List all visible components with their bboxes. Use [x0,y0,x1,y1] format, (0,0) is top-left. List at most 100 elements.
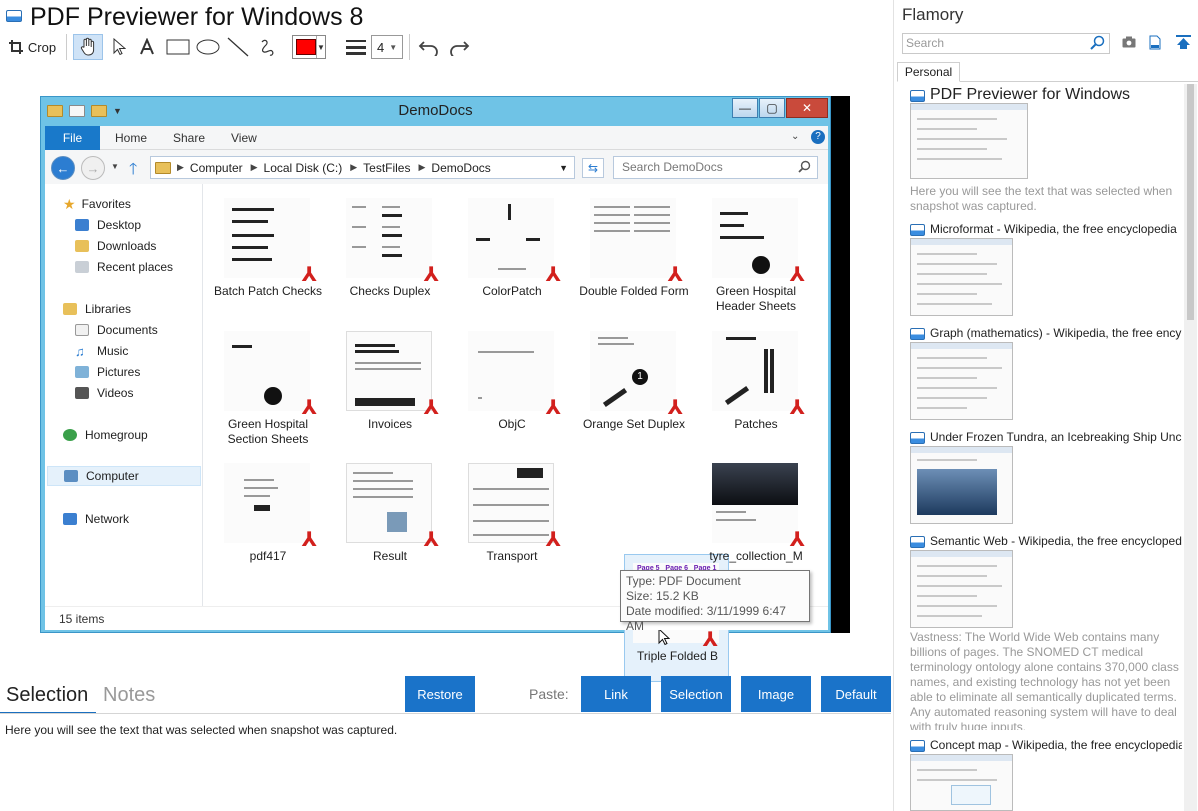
tab-personal[interactable]: Personal [897,62,960,82]
tab-selection[interactable]: Selection [6,684,88,707]
ribbon-tab-home[interactable]: Home [101,126,161,150]
file-tile[interactable]: ⅄ Checks Duplex [331,190,449,315]
breadcrumb-demodocs[interactable]: DemoDocs [431,161,490,175]
nav-downloads[interactable]: Downloads [75,236,156,256]
redo-button[interactable] [446,34,472,60]
file-thumbnail [346,463,432,543]
snapshot-search-input[interactable]: Search [902,33,1110,54]
nav-network[interactable]: Network [63,509,129,529]
color-picker[interactable]: ▼ [292,34,326,60]
snapshot-title[interactable]: Concept map - Wikipedia, the free encycl… [930,738,1182,752]
forward-button[interactable]: → [81,156,105,180]
refresh-icon[interactable]: ⇆ [582,158,604,178]
snapshot-thumbnail[interactable] [910,550,1013,628]
nav-documents[interactable]: Documents [75,320,158,340]
file-name: Green Hospital Section Sheets [227,417,309,446]
rectangle-tool-button[interactable] [165,34,191,60]
ellipse-tool-button[interactable] [195,34,221,60]
snapshot-title[interactable]: Under Frozen Tundra, an Icebreaking Ship… [930,430,1182,444]
nav-videos[interactable]: Videos [75,383,133,403]
file-tile[interactable]: 1 ⅄ Orange Set Duplex [575,323,693,448]
undo-icon [418,41,438,56]
snapshot-thumbnail[interactable] [910,238,1013,316]
nav-computer[interactable]: Computer [47,466,201,486]
address-bar[interactable]: ▶ Computer ▶ Local Disk (C:) ▶ TestFiles… [150,156,575,179]
minimize-button[interactable]: — [732,98,758,118]
line-width-select[interactable]: 4 ▼ [371,34,403,60]
explorer-search-input[interactable]: Search DemoDocs [613,156,818,179]
document-icon[interactable] [1149,35,1161,55]
paste-image-button[interactable]: Image [741,676,811,712]
file-tile[interactable]: ⅄ pdf417 [209,455,327,580]
maximize-button[interactable]: ▢ [759,98,785,118]
snapshot-title[interactable]: Microformat - Wikipedia, the free encycl… [930,222,1182,236]
undo-button[interactable] [416,34,442,60]
file-name: Green Hospital Header Sheets [715,284,797,313]
snapshot-explorer-window[interactable]: ▼ DemoDocs — ▢ ✕ File Home Share View ⌄ … [40,96,831,682]
line-tool-button[interactable] [226,34,250,60]
ribbon-expand-icon[interactable]: ⌄ [791,131,799,142]
nav-desktop[interactable]: Desktop [75,215,141,235]
breadcrumb-local-disk[interactable]: Local Disk (C:) [264,161,343,175]
collapse-panel-icon[interactable] [1176,35,1191,54]
search-icon[interactable] [1090,35,1105,55]
file-tile[interactable]: ⅄ tyre_collection_M [697,455,815,580]
text-tool-button[interactable] [136,34,158,60]
search-icon[interactable] [798,160,811,178]
nav-libraries[interactable]: Libraries [63,299,131,319]
snapshot-thumbnail[interactable] [910,103,1028,179]
nav-music[interactable]: ♫ Music [75,341,128,361]
file-tile[interactable]: ⅄ Green Hospital Section Sheets [209,323,327,448]
restore-button[interactable]: Restore [405,676,475,712]
nav-favorites[interactable]: ★ Favorites [63,194,131,214]
up-arrow-icon[interactable]: 🡑 [129,158,137,185]
file-tile[interactable]: ⅄ Result [331,455,449,580]
select-tool-button[interactable] [108,34,130,60]
star-icon: ★ [63,195,76,212]
back-button[interactable]: ← [51,156,75,180]
panel-scrollbar[interactable] [1184,84,1197,811]
snapshot-thumbnail[interactable] [910,342,1013,420]
file-tile[interactable]: ⅄ ColorPatch [453,190,571,315]
snapshot-title[interactable]: PDF Previewer for Windows [930,86,1182,104]
close-button[interactable]: ✕ [786,98,828,118]
snapshot-thumbnail[interactable] [910,754,1013,811]
crop-button[interactable]: Crop [6,34,58,60]
ribbon-tab-share[interactable]: Share [159,126,219,150]
camera-icon[interactable] [1122,35,1136,53]
nav-recent-places[interactable]: Recent places [75,257,173,277]
snapshot-title[interactable]: Semantic Web - Wikipedia, the free encyc… [930,534,1182,548]
ribbon-tab-file[interactable]: File [45,126,100,150]
scrollbar-thumb[interactable] [1187,84,1194,320]
file-tile[interactable]: ⅄ Transport [453,455,571,580]
nav-homegroup[interactable]: Homegroup [63,425,148,445]
pictures-icon [75,366,89,378]
nav-pictures[interactable]: Pictures [75,362,140,382]
snapshot-icon [910,90,925,102]
music-icon: ♫ [75,343,85,359]
tab-notes[interactable]: Notes [103,684,155,707]
help-icon[interactable]: ? [811,130,825,144]
hand-tool-button[interactable] [73,34,103,60]
paste-selection-button[interactable]: Selection [661,676,731,712]
breadcrumb-computer[interactable]: Computer [190,161,243,175]
recent-locations-icon[interactable]: ▼ [111,162,119,171]
file-tile[interactable]: ⅄ Patches [697,323,815,448]
breadcrumb-testfiles[interactable]: TestFiles [363,161,410,175]
file-thumbnail [712,463,798,543]
file-tile[interactable]: ⅄ Green Hospital Header Sheets [697,190,815,315]
paste-default-button[interactable]: Default [821,676,891,712]
file-tile[interactable]: ⅄ ObjC [453,323,571,448]
snapshot-thumbnail[interactable] [910,446,1013,524]
file-tile[interactable]: ⅄ Double Folded Form [575,190,693,315]
chevron-down-icon[interactable]: ▼ [559,163,568,173]
selection-text: Here you will see the text that was sele… [5,723,398,737]
paste-link-button[interactable]: Link [581,676,651,712]
line-width-button[interactable] [344,34,368,60]
freehand-tool-button[interactable] [256,34,280,60]
ribbon-tab-view[interactable]: View [217,126,271,150]
file-tile[interactable]: ⅄ Batch Patch Checks [209,190,327,315]
file-name: Batch Patch Checks [213,284,323,298]
snapshot-title[interactable]: Graph (mathematics) - Wikipedia, the fre… [930,326,1182,340]
file-tile[interactable]: ⅄ Invoices [331,323,449,448]
